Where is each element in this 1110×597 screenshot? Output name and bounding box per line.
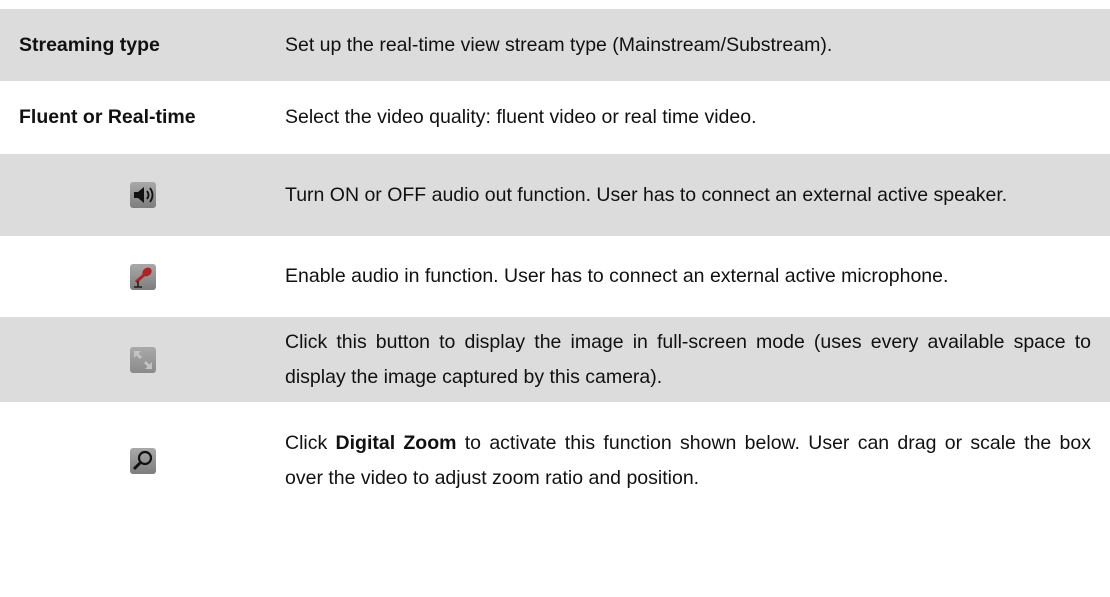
table-row-fullscreen: Click this button to display the image i…	[0, 316, 1110, 402]
description-text: Enable audio in function. User has to co…	[285, 265, 949, 287]
speaker-icon[interactable]	[129, 182, 156, 208]
description-text: Select the video quality: fluent video o…	[285, 106, 757, 128]
fullscreen-icon[interactable]	[129, 346, 156, 373]
row-label-streaming-type: Streaming type	[19, 33, 160, 56]
table-row-streaming-type: Streaming type Set up the real-time view…	[0, 9, 1110, 81]
description-prefix: Click	[285, 431, 336, 454]
row-description-digital-zoom: Click Digital Zoom to activate this func…	[285, 403, 1110, 518]
row-description-audio-in: Enable audio in function. User has to co…	[285, 237, 1110, 316]
row-description-fluent-realtime: Select the video quality: fluent video o…	[285, 82, 1110, 153]
function-table: Streaming type Set up the real-time view…	[0, 9, 1110, 518]
row-description-streaming-type: Set up the real-time view stream type (M…	[285, 9, 1110, 81]
row-icon-cell	[0, 317, 285, 402]
table-row-audio-out: Turn ON or OFF audio out function. User …	[0, 153, 1110, 236]
row-icon-cell	[0, 154, 285, 236]
table-row-digital-zoom: Click Digital Zoom to activate this func…	[0, 402, 1110, 518]
row-icon-cell	[0, 403, 285, 518]
description-text: Turn ON or OFF audio out function. User …	[285, 183, 1008, 206]
description-text: Set up the real-time view stream type (M…	[285, 33, 833, 56]
row-icon-cell	[0, 237, 285, 316]
description-text: Click Digital Zoom to activate this func…	[285, 426, 1091, 496]
description-text: Click this button to display the image i…	[285, 330, 1091, 388]
table-row-fluent-realtime: Fluent or Real-time Select the video qua…	[0, 81, 1110, 153]
row-description-audio-out: Turn ON or OFF audio out function. User …	[285, 154, 1110, 236]
row-label-fluent-realtime: Fluent or Real-time	[19, 106, 196, 128]
row-description-fullscreen: Click this button to display the image i…	[285, 317, 1110, 402]
magnifier-icon[interactable]	[129, 447, 156, 474]
digital-zoom-term: Digital Zoom	[335, 431, 457, 454]
table-row-audio-in: Enable audio in function. User has to co…	[0, 236, 1110, 316]
microphone-icon[interactable]	[129, 263, 156, 290]
